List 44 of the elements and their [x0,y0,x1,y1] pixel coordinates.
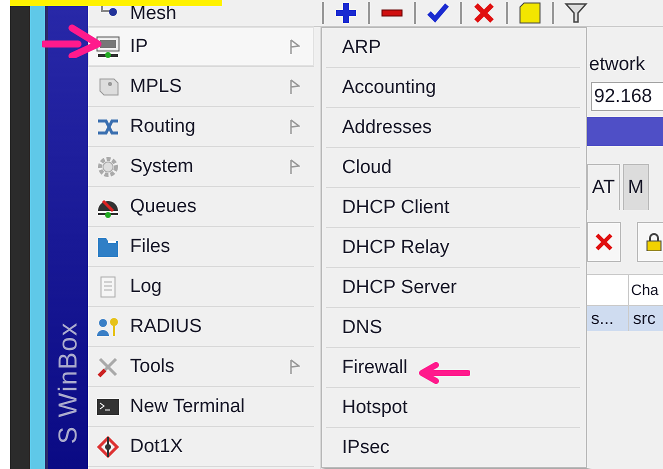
table-cell-text: src [632,308,656,330]
menu-item[interactable]: Files [88,227,314,267]
table-row[interactable]: s... src [587,306,663,331]
checkmark-icon[interactable] [426,1,450,25]
network-node-icon [96,434,120,458]
plus-icon[interactable] [334,1,358,25]
menu-item[interactable]: System [88,147,314,187]
tab[interactable]: AT [587,164,620,210]
menu-item[interactable]: Tools [88,347,314,387]
submenu-item[interactable]: DHCP Client [326,188,580,228]
filter-icon[interactable] [564,1,588,25]
submenu-item[interactable]: Hotspot [326,388,580,428]
address-field[interactable]: 92.168 [591,82,663,111]
submenu-item[interactable]: Firewall [326,348,580,388]
gear-icon [96,154,120,178]
column-header: Cha [630,280,659,300]
submenu-item[interactable]: DNS [326,308,580,348]
menu-item[interactable]: RADIUS [88,307,314,347]
cross-icon[interactable] [472,1,496,25]
submenu-item[interactable]: Accounting [326,68,580,108]
submenu-item[interactable]: ARP [326,28,580,68]
tab[interactable]: M [622,164,649,210]
cross-icon [595,233,613,251]
field-label: etwork [588,54,646,77]
submenu-item[interactable]: Cloud [326,148,580,188]
network-card-icon [96,34,120,58]
menu-item[interactable]: IP [88,27,314,67]
menu-item[interactable]: Log [88,267,314,307]
menu-item[interactable]: Routing [88,107,314,147]
table-cell: s... [587,306,629,331]
menu-item[interactable]: New Terminal [88,387,314,427]
submenu-item[interactable]: IPsec [326,428,580,467]
menu-item[interactable]: MPLS [88,67,314,107]
submenu-item[interactable]: Addresses [326,108,580,148]
remove-button[interactable] [587,222,621,262]
submenu-item[interactable]: DHCP Relay [326,228,580,268]
submenu-item[interactable]: DHCP Server [326,268,580,308]
note-icon[interactable] [518,1,542,25]
padlock-icon [645,233,663,251]
annotation-arrow-icon [418,362,470,384]
menu-item[interactable]: Queues [88,187,314,227]
app-title: S WinBox [52,322,84,444]
menu-item[interactable]: Dot1X [88,427,314,467]
lock-button[interactable] [637,222,663,262]
